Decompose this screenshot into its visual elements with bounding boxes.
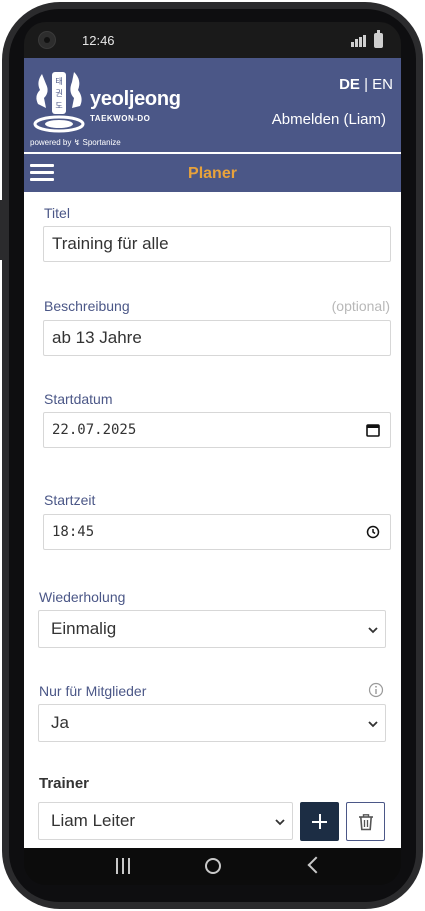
add-trainer-button[interactable] [300, 802, 339, 841]
chevron-down-icon [275, 819, 285, 826]
chevron-down-icon [368, 721, 378, 728]
brand-subtitle: TAEKWON-DO [90, 114, 151, 123]
front-camera [38, 31, 56, 49]
start-time-value: 18:45 [52, 524, 95, 540]
app-screen: 태 권 도 yeoljeong TAEKWON-DO powered by ↯ … [24, 58, 401, 848]
svg-text:도: 도 [55, 101, 62, 110]
start-time-input[interactable]: 18:45 [43, 514, 391, 550]
phone-frame: 12:46 태 권 도 yeoljeong TAEKWON-DO powered… [0, 0, 425, 911]
members-only-select[interactable]: Ja [38, 704, 386, 742]
repeat-value: Einmalig [51, 619, 117, 638]
status-time: 12:46 [82, 33, 115, 48]
status-bar: 12:46 [24, 22, 401, 58]
home-icon[interactable] [205, 858, 221, 874]
trainer-label: Trainer [39, 775, 90, 792]
start-date-label: Startdatum [44, 391, 113, 407]
club-logo[interactable]: 태 권 도 yeoljeong TAEKWON-DO powered by ↯ … [30, 68, 200, 148]
start-time-label: Startzeit [44, 492, 96, 508]
lang-separator: | [359, 76, 373, 93]
page-title: Planer [188, 165, 237, 182]
start-date-value: 22.07.2025 [52, 422, 137, 438]
description-label: Beschreibung [44, 298, 130, 314]
powered-by: powered by ↯ Sportanize [30, 138, 121, 147]
lang-en[interactable]: EN [372, 76, 393, 93]
volume-button [0, 200, 3, 260]
system-nav-bar [24, 848, 401, 885]
description-input[interactable]: ab 13 Jahre [43, 320, 391, 356]
back-icon[interactable] [307, 856, 325, 874]
svg-text:권: 권 [55, 88, 62, 98]
chevron-down-icon [368, 627, 378, 634]
calendar-icon[interactable] [366, 423, 380, 437]
optional-hint: (optional) [331, 298, 390, 314]
nav-bar: Planer [24, 154, 401, 192]
repeat-select[interactable]: Einmalig [38, 610, 386, 648]
info-icon[interactable] [368, 682, 384, 698]
trash-icon [359, 814, 373, 831]
start-date-input[interactable]: 22.07.2025 [43, 412, 391, 448]
language-switcher: DE | EN [339, 76, 393, 93]
signal-icon [351, 35, 367, 47]
battery-icon [374, 30, 383, 48]
members-only-label: Nur für Mitglieder [39, 683, 147, 699]
recents-icon[interactable] [116, 858, 130, 874]
brand-name: yeoljeong [90, 88, 181, 110]
repeat-label: Wiederholung [39, 589, 126, 605]
members-only-value: Ja [51, 713, 69, 732]
title-input[interactable]: Training für alle [43, 226, 391, 262]
app-header: 태 권 도 yeoljeong TAEKWON-DO powered by ↯ … [24, 58, 401, 152]
trainer-value: Liam Leiter [51, 811, 136, 830]
logout-link[interactable]: Abmelden (Liam) [272, 111, 386, 128]
title-label: Titel [44, 205, 70, 221]
trainer-select[interactable]: Liam Leiter [38, 802, 293, 840]
svg-text:태: 태 [55, 77, 62, 86]
taekwondo-emblem-icon: 태 권 도 [33, 72, 85, 133]
lang-de[interactable]: DE [339, 76, 360, 93]
clock-icon[interactable] [366, 525, 380, 539]
delete-trainer-button[interactable] [346, 802, 385, 841]
